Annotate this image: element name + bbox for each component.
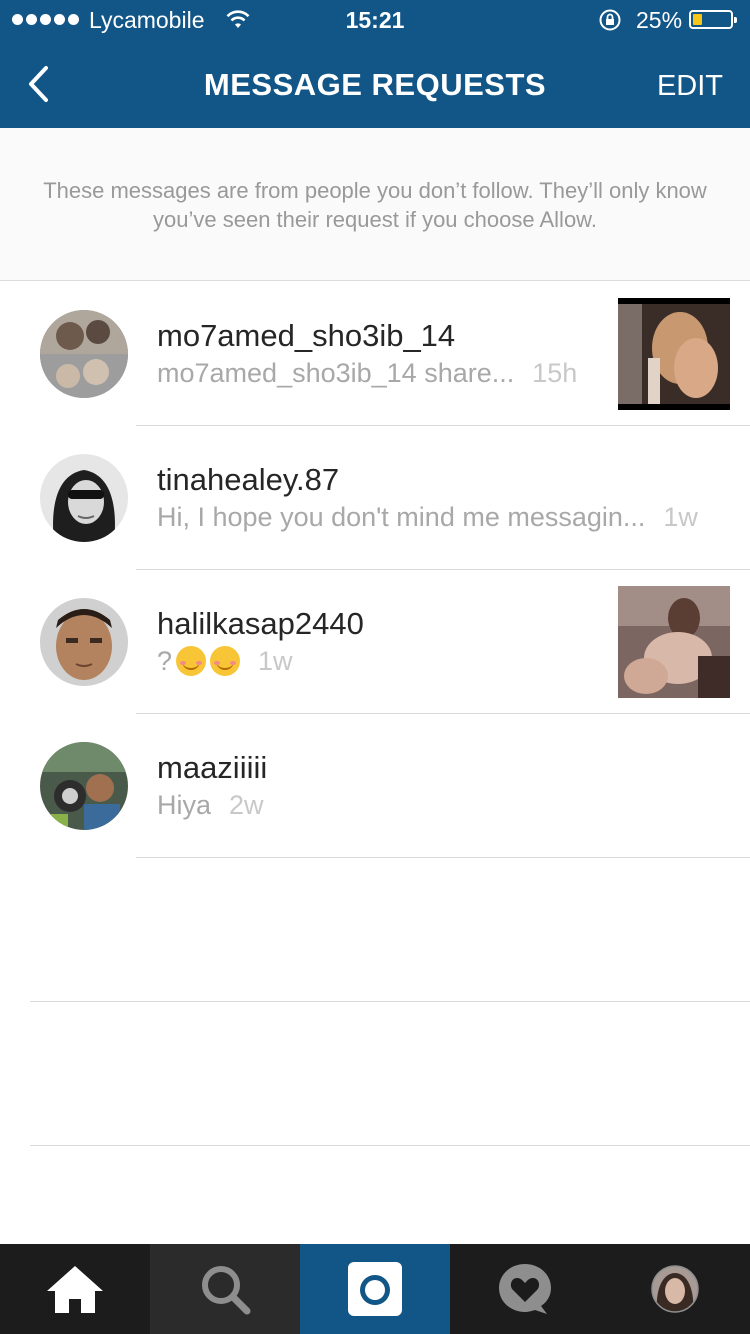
rotation-lock-icon xyxy=(599,9,621,31)
edit-button[interactable]: EDIT xyxy=(657,70,723,103)
request-preview: Hiya 2w xyxy=(157,790,264,821)
message-time: 1w xyxy=(258,646,293,676)
page-title: MESSAGE REQUESTS xyxy=(203,67,547,102)
smiling-face-emoji-icon xyxy=(176,646,207,676)
preview-text: ? xyxy=(157,646,173,676)
preview-text: Hi, I hope you don't mind me messagin... xyxy=(157,502,646,532)
preview-text: Hiya xyxy=(157,790,212,820)
list-divider xyxy=(30,1145,750,1146)
message-time: 1w xyxy=(663,502,698,532)
profile-avatar xyxy=(651,1265,699,1313)
header-bar: Lycamobile 15:21 25% MESSAGE REQUESTS ED… xyxy=(0,0,750,128)
avatar[interactable] xyxy=(40,454,128,542)
row-divider xyxy=(136,857,750,858)
request-username: halilkasap2440 xyxy=(157,606,364,641)
request-username: maaziiiii xyxy=(157,750,268,785)
camera-icon xyxy=(348,1262,402,1316)
request-username: tinahealey.87 xyxy=(157,462,340,497)
preview-text: mo7amed_sho3ib_14 share... xyxy=(157,358,515,388)
tab-search[interactable] xyxy=(150,1244,300,1334)
smiling-face-emoji-icon xyxy=(210,646,241,676)
request-preview: Hi, I hope you don't mind me messagin...… xyxy=(157,502,698,533)
battery-percent: 25% xyxy=(636,7,683,33)
tab-activity[interactable] xyxy=(450,1244,600,1334)
avatar[interactable] xyxy=(40,598,128,686)
request-row[interactable]: mo7amed_sho3ib_14 mo7amed_sho3ib_14 shar… xyxy=(0,282,750,426)
home-icon xyxy=(47,1266,103,1313)
request-row[interactable]: tinahealey.87 Hi, I hope you don't mind … xyxy=(0,426,750,570)
message-time: 2w xyxy=(229,790,264,820)
tab-home[interactable] xyxy=(0,1244,150,1334)
request-preview: mo7amed_sho3ib_14 share... 15h xyxy=(157,358,577,389)
activity-heart-icon xyxy=(499,1264,551,1314)
status-bar: Lycamobile 15:21 25% xyxy=(0,0,750,40)
avatar[interactable] xyxy=(40,310,128,398)
search-icon xyxy=(202,1266,251,1315)
request-username: mo7amed_sho3ib_14 xyxy=(157,318,456,353)
bottom-tab-bar xyxy=(0,1244,750,1334)
tab-profile[interactable] xyxy=(600,1244,750,1334)
battery-icon xyxy=(689,10,737,29)
media-thumbnail[interactable] xyxy=(618,298,730,410)
list-divider xyxy=(30,1001,750,1002)
message-time: 15h xyxy=(532,358,578,388)
avatar[interactable] xyxy=(40,742,128,830)
request-row[interactable]: halilkasap2440 ? 1w xyxy=(0,570,750,714)
info-banner: These messages are from people you don’t… xyxy=(0,128,750,281)
media-thumbnail[interactable] xyxy=(618,586,730,698)
info-text: These messages are from people you don’t… xyxy=(43,178,707,232)
request-preview: ? 1w xyxy=(157,646,293,677)
tab-camera[interactable] xyxy=(300,1244,450,1334)
request-row[interactable]: maaziiiii Hiya 2w xyxy=(0,714,750,858)
